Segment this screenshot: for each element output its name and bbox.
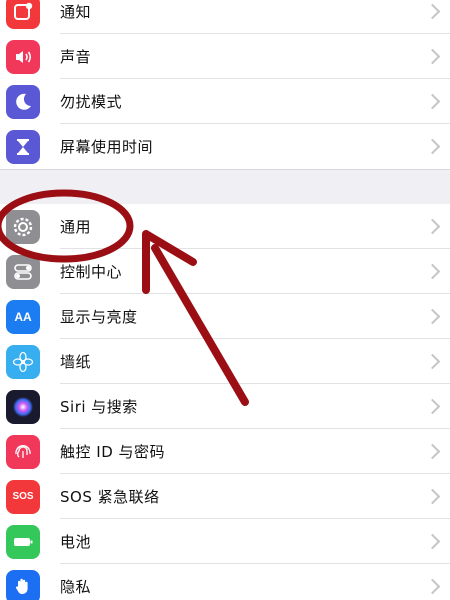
settings-row-label: 隐私	[60, 578, 92, 596]
settings-row-label: 触控 ID 与密码	[60, 443, 166, 461]
moon-icon	[6, 84, 40, 119]
settings-row-label: 控制中心	[60, 263, 123, 281]
settings-group-1: 通知 声音 勿扰模式 屏幕使用时间	[0, 0, 450, 169]
settings-row-control-center[interactable]: 控制中心	[0, 249, 450, 294]
settings-row-display-brightness[interactable]: AA 显示与亮度	[0, 294, 450, 339]
settings-row-label: 通用	[60, 218, 92, 236]
settings-row-label: SOS 紧急联络	[60, 488, 160, 506]
settings-row-label: 屏幕使用时间	[60, 138, 154, 156]
chevron-right-icon	[424, 263, 441, 280]
notifications-icon	[6, 0, 40, 29]
sos-icon: SOS	[6, 479, 40, 514]
chevron-right-icon	[424, 353, 441, 370]
settings-row-label: 墙纸	[60, 353, 92, 371]
settings-row-wallpaper[interactable]: 墙纸	[0, 339, 450, 384]
text-size-icon: AA	[6, 299, 40, 334]
chevron-right-icon	[424, 488, 441, 505]
sound-icon	[6, 39, 40, 74]
settings-row-notifications[interactable]: 通知	[0, 0, 450, 34]
settings-group-2: 通用 控制中心 AA 显示与亮度 墙纸 Siri 与搜索 触控 ID 与密码 S…	[0, 204, 450, 600]
settings-row-label: 通知	[60, 3, 92, 21]
chevron-right-icon	[424, 48, 441, 65]
chevron-right-icon	[424, 533, 441, 550]
settings-screen: 通知 声音 勿扰模式 屏幕使用时间 通用 控制中心 AA 显示与亮度 墙纸 Si…	[0, 0, 450, 600]
settings-row-general[interactable]: 通用	[0, 204, 450, 249]
hand-icon	[6, 569, 40, 600]
settings-row-do-not-disturb[interactable]: 勿扰模式	[0, 79, 450, 124]
chevron-right-icon	[424, 308, 441, 325]
hourglass-icon	[6, 129, 40, 164]
settings-row-battery[interactable]: 电池	[0, 519, 450, 564]
sos-glyph: SOS	[12, 491, 34, 502]
settings-row-privacy[interactable]: 隐私	[0, 564, 450, 600]
flower-icon	[6, 344, 40, 379]
settings-row-siri-search[interactable]: Siri 与搜索	[0, 384, 450, 429]
settings-row-label: 电池	[60, 533, 92, 551]
settings-row-label: 显示与亮度	[60, 308, 138, 326]
chevron-right-icon	[424, 443, 441, 460]
settings-row-screen-time[interactable]: 屏幕使用时间	[0, 124, 450, 169]
settings-row-sounds[interactable]: 声音	[0, 34, 450, 79]
chevron-right-icon	[424, 93, 441, 110]
settings-row-label: 声音	[60, 48, 92, 66]
siri-icon	[6, 389, 40, 424]
text-size-glyph: AA	[14, 309, 32, 324]
chevron-right-icon	[424, 398, 441, 415]
section-separator	[0, 169, 450, 206]
settings-row-label: Siri 与搜索	[60, 398, 138, 416]
settings-row-emergency-sos[interactable]: SOS SOS 紧急联络	[0, 474, 450, 519]
chevron-right-icon	[424, 138, 441, 155]
battery-icon	[6, 524, 40, 559]
chevron-right-icon	[424, 218, 441, 235]
settings-row-touch-id[interactable]: 触控 ID 与密码	[0, 429, 450, 474]
fingerprint-icon	[6, 434, 40, 469]
gear-icon	[6, 209, 40, 244]
toggles-icon	[6, 254, 40, 289]
chevron-right-icon	[424, 578, 441, 595]
settings-row-label: 勿扰模式	[60, 93, 123, 111]
chevron-right-icon	[424, 3, 441, 20]
